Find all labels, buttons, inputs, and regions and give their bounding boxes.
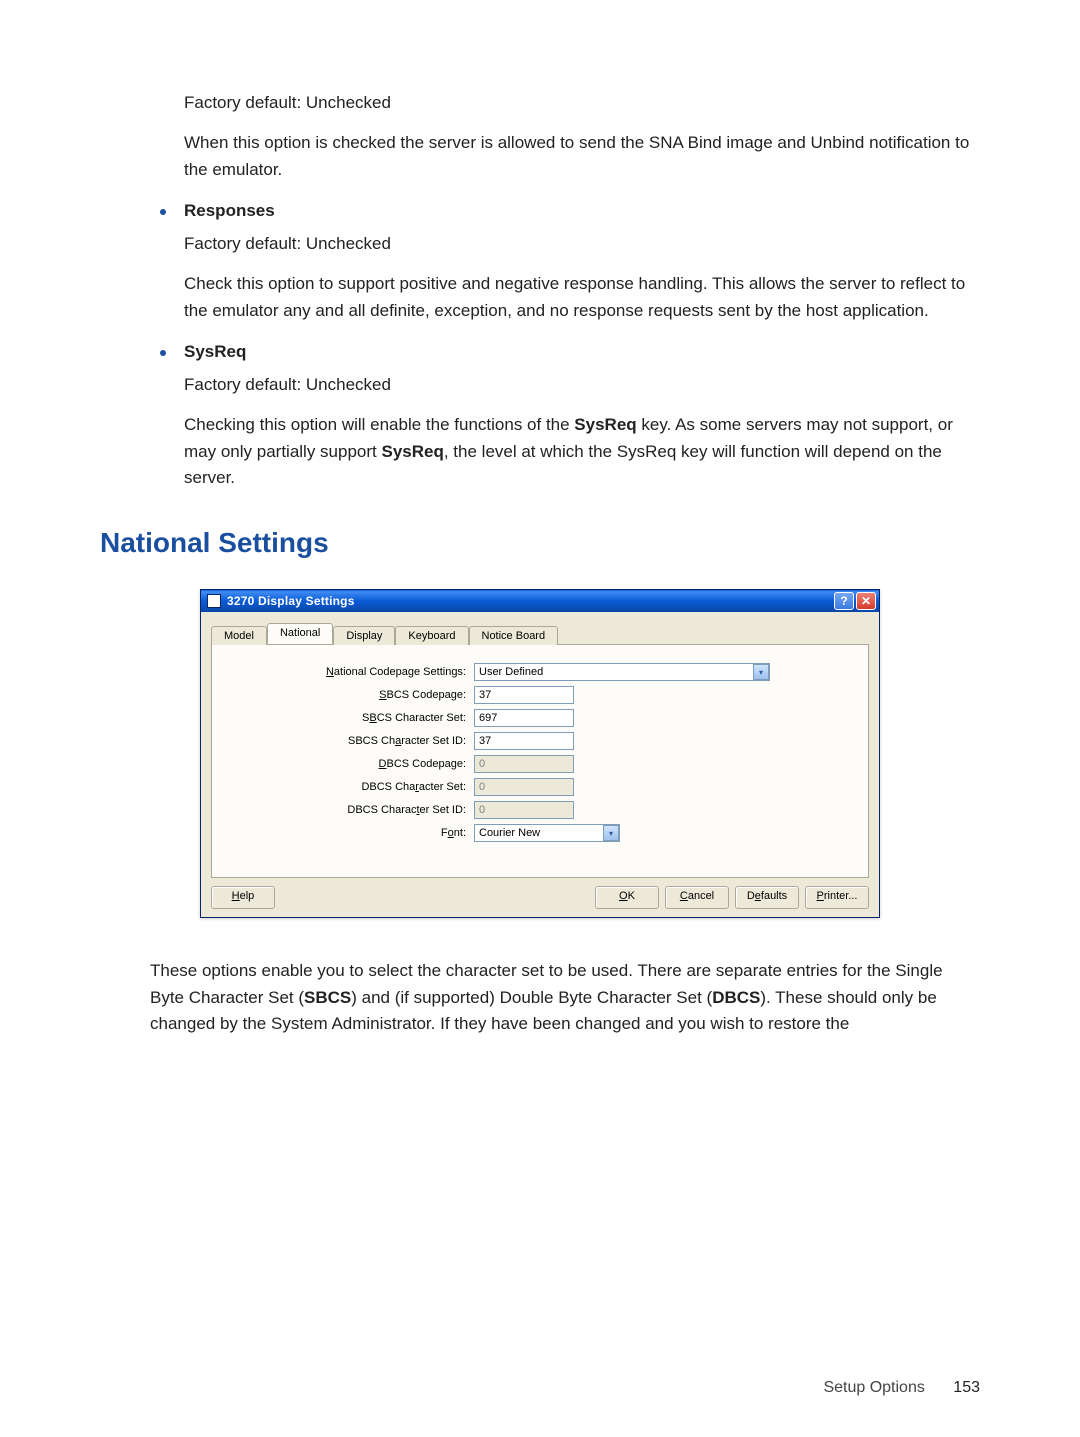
bullet-sysreq: SysReq [100, 342, 980, 362]
factory-default-2: Factory default: Unchecked [184, 231, 980, 257]
after-dialog-paragraph: These options enable you to select the c… [150, 958, 970, 1037]
factory-default-1: Factory default: Unchecked [184, 90, 980, 116]
tab-model[interactable]: Model [211, 626, 267, 645]
titlebar-help-button[interactable]: ? [834, 592, 854, 610]
label-dbcs-character-set: DBCS Character Set: [236, 781, 474, 793]
bullet-dot-icon [160, 350, 166, 356]
cancel-button[interactable]: Cancel [665, 886, 729, 909]
tab-strip: Model National Display Keyboard Notice B… [211, 622, 869, 644]
dbcs-codepage-input [474, 755, 574, 773]
sysreq-title: SysReq [184, 342, 246, 362]
bullet-responses: Responses [100, 201, 980, 221]
sbcs-character-set-input[interactable] [474, 709, 574, 727]
dialog-3270-display-settings: 3270 Display Settings ? ✕ Model National… [200, 589, 880, 918]
dbcs-character-set-id-input [474, 801, 574, 819]
tab-keyboard[interactable]: Keyboard [395, 626, 468, 645]
label-national-codepage-settings: National Codepage Settings: [236, 666, 474, 678]
chevron-down-icon[interactable]: ▾ [603, 825, 619, 841]
app-icon [207, 594, 221, 608]
printer-button[interactable]: Printer... [805, 886, 869, 909]
tab-panel-national: National Codepage Settings: ▾ SBCS Codep… [211, 644, 869, 878]
dialog-button-row: Help OK Cancel Defaults Printer... [211, 886, 869, 909]
label-sbcs-codepage: SBCS Codepage: [236, 689, 474, 701]
intro-paragraph: When this option is checked the server i… [184, 130, 980, 183]
dbcs-character-set-input [474, 778, 574, 796]
defaults-button[interactable]: Defaults [735, 886, 799, 909]
tab-display[interactable]: Display [333, 626, 395, 645]
ok-button[interactable]: OK [595, 886, 659, 909]
section-heading-national-settings: National Settings [100, 527, 980, 559]
responses-title: Responses [184, 201, 275, 221]
factory-default-3: Factory default: Unchecked [184, 372, 980, 398]
tab-national[interactable]: National [267, 623, 333, 644]
footer-page-number: 153 [953, 1379, 980, 1396]
page-footer: Setup Options 153 [823, 1379, 980, 1397]
label-dbcs-codepage: DBCS Codepage: [236, 758, 474, 770]
help-button[interactable]: Help [211, 886, 275, 909]
chevron-down-icon[interactable]: ▾ [753, 664, 769, 680]
label-dbcs-character-set-id: DBCS Character Set ID: [236, 804, 474, 816]
font-combo[interactable] [474, 824, 620, 842]
bullet-dot-icon [160, 209, 166, 215]
sysreq-paragraph: Checking this option will enable the fun… [184, 412, 980, 491]
titlebar-close-button[interactable]: ✕ [856, 592, 876, 610]
responses-paragraph: Check this option to support positive an… [184, 271, 980, 324]
label-sbcs-character-set-id: SBCS Character Set ID: [236, 735, 474, 747]
sbcs-character-set-id-input[interactable] [474, 732, 574, 750]
label-sbcs-character-set: SBCS Character Set: [236, 712, 474, 724]
footer-section: Setup Options [823, 1379, 924, 1396]
tab-notice-board[interactable]: Notice Board [469, 626, 559, 645]
dialog-title: 3270 Display Settings [227, 594, 832, 608]
national-codepage-settings-combo[interactable] [474, 663, 770, 681]
label-font: Font: [236, 827, 474, 839]
sbcs-codepage-input[interactable] [474, 686, 574, 704]
dialog-titlebar: 3270 Display Settings ? ✕ [201, 590, 879, 612]
